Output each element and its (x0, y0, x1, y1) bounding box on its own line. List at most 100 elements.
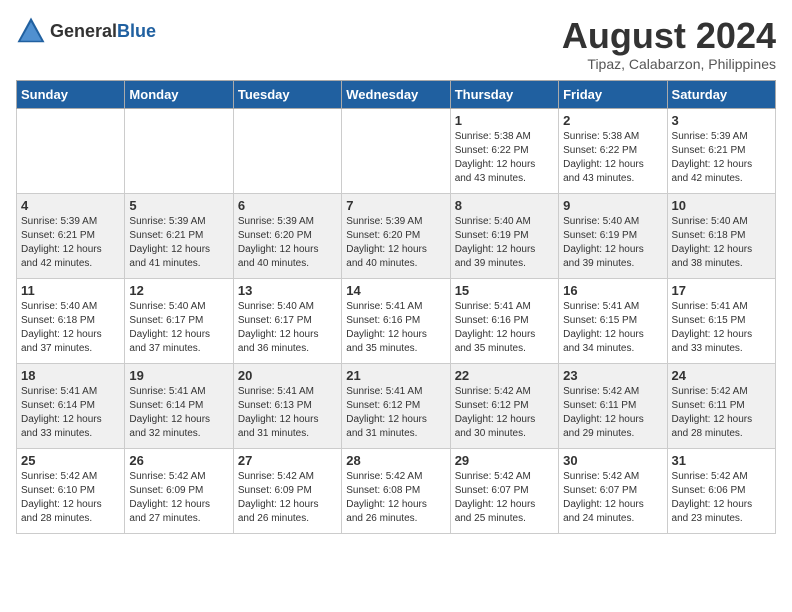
day-number: 5 (129, 198, 228, 213)
title-block: August 2024 Tipaz, Calabarzon, Philippin… (562, 16, 776, 72)
calendar-cell: 23Sunrise: 5:42 AM Sunset: 6:11 PM Dayli… (559, 363, 667, 448)
cell-info: Sunrise: 5:42 AM Sunset: 6:09 PM Dayligh… (129, 470, 228, 526)
calendar-cell: 9Sunrise: 5:40 AM Sunset: 6:19 PM Daylig… (559, 193, 667, 278)
logo-general: General (50, 21, 117, 41)
day-number: 23 (563, 368, 662, 383)
calendar-week-row: 11Sunrise: 5:40 AM Sunset: 6:18 PM Dayli… (17, 278, 776, 363)
col-header-saturday: Saturday (667, 80, 775, 108)
day-number: 8 (455, 198, 554, 213)
day-number: 1 (455, 113, 554, 128)
day-number: 21 (346, 368, 445, 383)
cell-info: Sunrise: 5:40 AM Sunset: 6:18 PM Dayligh… (672, 215, 771, 271)
cell-info: Sunrise: 5:39 AM Sunset: 6:21 PM Dayligh… (672, 130, 771, 186)
calendar-cell: 14 Sunrise: 5:41 AM Sunset: 6:16 PM Dayli… (342, 278, 450, 363)
calendar-cell: 27Sunrise: 5:42 AM Sunset: 6:09 PM Dayli… (233, 448, 341, 533)
day-number: 31 (672, 453, 771, 468)
cell-info: Sunrise: 5:42 AM Sunset: 6:07 PM Dayligh… (563, 470, 662, 526)
cell-info: Sunrise: 5:41 AM Sunset: 6:13 PM Dayligh… (238, 385, 337, 441)
cell-info: Sunrise: 5:42 AM Sunset: 6:06 PM Dayligh… (672, 470, 771, 526)
day-number: 2 (563, 113, 662, 128)
cell-info: Sunrise: 5:41 AM Sunset: 6:12 PM Dayligh… (346, 385, 445, 441)
calendar-cell: 10 Sunrise: 5:40 AM Sunset: 6:18 PM Dayli… (667, 193, 775, 278)
calendar-cell: 28Sunrise: 5:42 AM Sunset: 6:08 PM Dayli… (342, 448, 450, 533)
day-number: 29 (455, 453, 554, 468)
calendar-cell: 12Sunrise: 5:40 AM Sunset: 6:17 PM Dayli… (125, 278, 233, 363)
calendar-week-row: 4 Sunrise: 5:39 AM Sunset: 6:21 PM Daylig… (17, 193, 776, 278)
cell-info: Sunrise: 5:40 AM Sunset: 6:17 PM Dayligh… (238, 300, 337, 356)
calendar-cell: 16 Sunrise: 5:41 AM Sunset: 6:15 PM Dayli… (559, 278, 667, 363)
cell-info: Sunrise: 5:38 AM Sunset: 6:22 PM Dayligh… (455, 130, 554, 186)
calendar-cell: 5 Sunrise: 5:39 AM Sunset: 6:21 PM Daylig… (125, 193, 233, 278)
location-subtitle: Tipaz, Calabarzon, Philippines (562, 56, 776, 72)
calendar-cell: 22Sunrise: 5:42 AM Sunset: 6:12 PM Dayli… (450, 363, 558, 448)
calendar-cell: 31 Sunrise: 5:42 AM Sunset: 6:06 PM Dayli… (667, 448, 775, 533)
calendar-cell: 15 Sunrise: 5:41 AM Sunset: 6:16 PM Dayli… (450, 278, 558, 363)
day-number: 14 (346, 283, 445, 298)
cell-info: Sunrise: 5:39 AM Sunset: 6:20 PM Dayligh… (346, 215, 445, 271)
cell-info: Sunrise: 5:38 AM Sunset: 6:22 PM Dayligh… (563, 130, 662, 186)
generalblue-icon (16, 16, 46, 46)
day-number: 27 (238, 453, 337, 468)
cell-info: Sunrise: 5:41 AM Sunset: 6:16 PM Dayligh… (346, 300, 445, 356)
day-number: 17 (672, 283, 771, 298)
cell-info: Sunrise: 5:39 AM Sunset: 6:21 PM Dayligh… (21, 215, 120, 271)
day-number: 9 (563, 198, 662, 213)
col-header-wednesday: Wednesday (342, 80, 450, 108)
day-number: 3 (672, 113, 771, 128)
day-number: 30 (563, 453, 662, 468)
calendar-table: SundayMondayTuesdayWednesdayThursdayFrid… (16, 80, 776, 534)
day-number: 28 (346, 453, 445, 468)
calendar-cell: 8 Sunrise: 5:40 AM Sunset: 6:19 PM Daylig… (450, 193, 558, 278)
day-number: 19 (129, 368, 228, 383)
col-header-tuesday: Tuesday (233, 80, 341, 108)
day-number: 13 (238, 283, 337, 298)
cell-info: Sunrise: 5:40 AM Sunset: 6:18 PM Dayligh… (21, 300, 120, 356)
calendar-cell: 24Sunrise: 5:42 AM Sunset: 6:11 PM Dayli… (667, 363, 775, 448)
month-year-title: August 2024 (562, 16, 776, 56)
calendar-cell: 25 Sunrise: 5:42 AM Sunset: 6:10 PM Dayli… (17, 448, 125, 533)
calendar-cell (233, 108, 341, 193)
day-number: 6 (238, 198, 337, 213)
day-number: 15 (455, 283, 554, 298)
day-number: 16 (563, 283, 662, 298)
calendar-cell: 7 Sunrise: 5:39 AM Sunset: 6:20 PM Daylig… (342, 193, 450, 278)
cell-info: Sunrise: 5:41 AM Sunset: 6:14 PM Dayligh… (21, 385, 120, 441)
cell-info: Sunrise: 5:40 AM Sunset: 6:17 PM Dayligh… (129, 300, 228, 356)
calendar-cell: 17Sunrise: 5:41 AM Sunset: 6:15 PM Dayli… (667, 278, 775, 363)
day-number: 7 (346, 198, 445, 213)
cell-info: Sunrise: 5:39 AM Sunset: 6:21 PM Dayligh… (129, 215, 228, 271)
day-number: 4 (21, 198, 120, 213)
cell-info: Sunrise: 5:41 AM Sunset: 6:15 PM Dayligh… (563, 300, 662, 356)
calendar-cell: 19 Sunrise: 5:41 AM Sunset: 6:14 PM Dayli… (125, 363, 233, 448)
cell-info: Sunrise: 5:42 AM Sunset: 6:12 PM Dayligh… (455, 385, 554, 441)
day-number: 10 (672, 198, 771, 213)
col-header-monday: Monday (125, 80, 233, 108)
calendar-cell: 3 Sunrise: 5:39 AM Sunset: 6:21 PM Daylig… (667, 108, 775, 193)
cell-info: Sunrise: 5:41 AM Sunset: 6:16 PM Dayligh… (455, 300, 554, 356)
logo: GeneralBlue (16, 16, 156, 46)
calendar-header-row: SundayMondayTuesdayWednesdayThursdayFrid… (17, 80, 776, 108)
calendar-week-row: 1 Sunrise: 5:38 AM Sunset: 6:22 PM Daylig… (17, 108, 776, 193)
col-header-friday: Friday (559, 80, 667, 108)
cell-info: Sunrise: 5:40 AM Sunset: 6:19 PM Dayligh… (455, 215, 554, 271)
day-number: 18 (21, 368, 120, 383)
cell-info: Sunrise: 5:42 AM Sunset: 6:10 PM Dayligh… (21, 470, 120, 526)
calendar-cell: 1 Sunrise: 5:38 AM Sunset: 6:22 PM Daylig… (450, 108, 558, 193)
cell-info: Sunrise: 5:42 AM Sunset: 6:07 PM Dayligh… (455, 470, 554, 526)
day-number: 25 (21, 453, 120, 468)
cell-info: Sunrise: 5:39 AM Sunset: 6:20 PM Dayligh… (238, 215, 337, 271)
col-header-sunday: Sunday (17, 80, 125, 108)
day-number: 24 (672, 368, 771, 383)
calendar-week-row: 25 Sunrise: 5:42 AM Sunset: 6:10 PM Dayli… (17, 448, 776, 533)
calendar-cell: 29 Sunrise: 5:42 AM Sunset: 6:07 PM Dayli… (450, 448, 558, 533)
calendar-cell: 20 Sunrise: 5:41 AM Sunset: 6:13 PM Dayli… (233, 363, 341, 448)
calendar-cell: 2 Sunrise: 5:38 AM Sunset: 6:22 PM Daylig… (559, 108, 667, 193)
day-number: 26 (129, 453, 228, 468)
calendar-cell: 13 Sunrise: 5:40 AM Sunset: 6:17 PM Dayli… (233, 278, 341, 363)
calendar-cell (125, 108, 233, 193)
day-number: 20 (238, 368, 337, 383)
cell-info: Sunrise: 5:41 AM Sunset: 6:14 PM Dayligh… (129, 385, 228, 441)
col-header-thursday: Thursday (450, 80, 558, 108)
calendar-cell (342, 108, 450, 193)
calendar-cell: 6 Sunrise: 5:39 AM Sunset: 6:20 PM Daylig… (233, 193, 341, 278)
